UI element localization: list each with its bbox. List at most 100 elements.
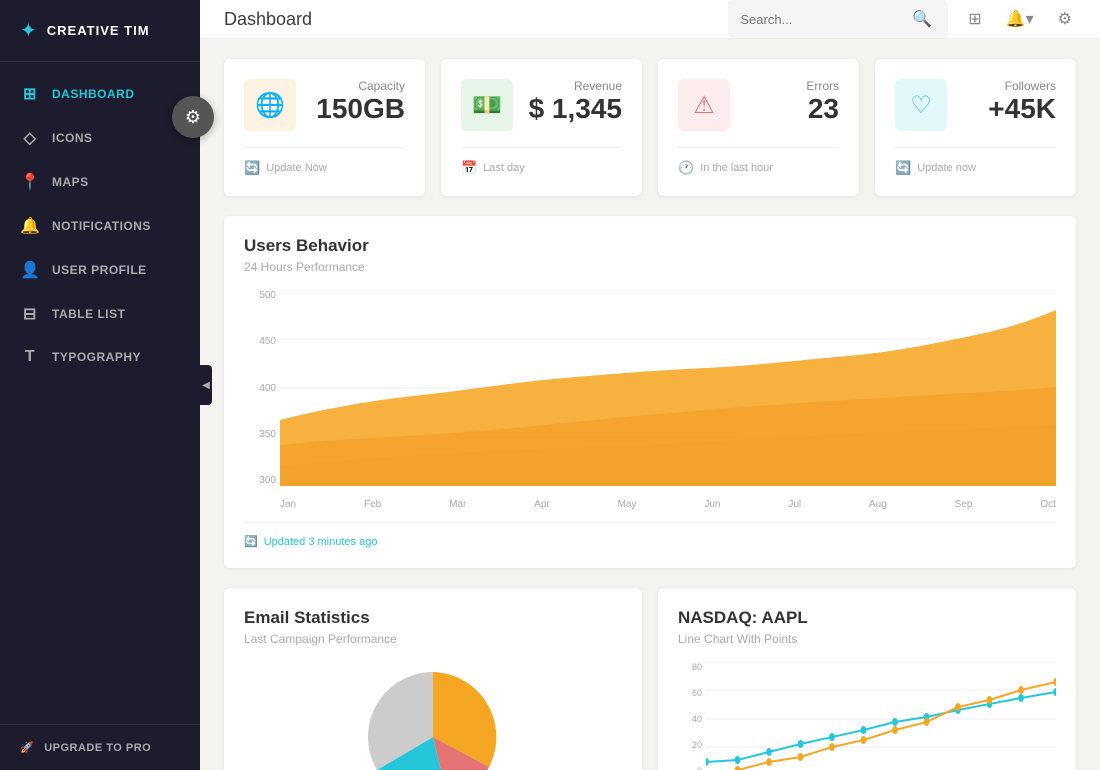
- pie-chart-svg: [358, 662, 508, 770]
- sidebar-brand[interactable]: ✦ CREATIVE TIM: [0, 0, 200, 62]
- revenue-value: $ 1,345: [529, 93, 622, 125]
- bottom-row: Email Statistics Last Campaign Performan…: [224, 588, 1076, 770]
- dashboard-icon: ⊞: [20, 84, 40, 104]
- x-axis-labels: JanFebMarAprMayJunJulAugSepOct: [280, 499, 1056, 510]
- x-label: Mar: [449, 499, 466, 510]
- line-chart-area: [706, 662, 1056, 770]
- bell-icon[interactable]: 🔔▾: [1002, 5, 1038, 33]
- maps-label: Maps: [52, 175, 89, 189]
- errors-label: Errors: [806, 79, 839, 93]
- brand-name: CREATIVE TIM: [47, 23, 150, 38]
- line-chart-svg: [706, 662, 1056, 770]
- nasdaq-subtitle: Line Chart With Points: [678, 632, 1056, 646]
- capacity-card: 🌐 Capacity 150GB 🔄 Update Now: [224, 59, 425, 196]
- sidebar: ✦ CREATIVE TIM ⊞ Dashboard◇ Icons📍 Maps🔔…: [0, 0, 200, 770]
- users-behavior-card: Users Behavior 24 Hours Performance 500 4…: [224, 216, 1076, 568]
- sidebar-nav: ⊞ Dashboard◇ Icons📍 Maps🔔 Notifications👤…: [0, 62, 200, 724]
- followers-info: Followers +45K: [988, 79, 1056, 125]
- x-label: Aug: [869, 499, 887, 510]
- search-input[interactable]: [740, 12, 900, 27]
- user-profile-label: User Profile: [52, 263, 147, 277]
- refresh-icon: 🔄: [244, 535, 258, 548]
- errors-footer: 🕐 In the last hour: [678, 147, 839, 176]
- capacity-card-header: 🌐 Capacity 150GB: [244, 79, 405, 131]
- email-stats-subtitle: Last Campaign Performance: [244, 632, 622, 646]
- revenue-card-header: 💵 Revenue $ 1,345: [461, 79, 622, 131]
- line-y-label: 40: [678, 714, 702, 724]
- grid-icon[interactable]: ⊞: [964, 5, 985, 33]
- followers-label: Followers: [988, 79, 1056, 93]
- x-label: May: [618, 499, 637, 510]
- sidebar-item-icons[interactable]: ◇ Icons: [0, 116, 200, 160]
- revenue-footer-text: Last day: [483, 162, 525, 174]
- settings-icon[interactable]: ⚙: [1054, 5, 1076, 33]
- notifications-label: Notifications: [52, 219, 151, 233]
- gear-overlay-button[interactable]: ⚙: [172, 96, 214, 138]
- line-y-label: 20: [678, 740, 702, 750]
- errors-footer-icon: 🕐: [678, 160, 694, 176]
- sidebar-item-notifications[interactable]: 🔔 Notifications: [0, 204, 200, 248]
- search-box[interactable]: 🔍: [728, 0, 948, 38]
- sidebar-collapse-button[interactable]: ◀: [200, 365, 212, 405]
- x-label: Apr: [534, 499, 550, 510]
- capacity-label: Capacity: [316, 79, 405, 93]
- capacity-footer-text: Update Now: [266, 162, 327, 174]
- sidebar-item-typography[interactable]: T Typography: [0, 336, 200, 378]
- capacity-footer-icon: 🔄: [244, 160, 260, 176]
- pie-chart-container: [244, 662, 622, 770]
- line-chart-container: 806040200: [678, 662, 1056, 770]
- followers-value: +45K: [988, 93, 1056, 125]
- typography-icon: T: [20, 348, 40, 366]
- content-area: 🌐 Capacity 150GB 🔄 Update Now 💵 Revenue …: [200, 39, 1100, 770]
- icons-icon: ◇: [20, 128, 40, 148]
- x-label: Feb: [364, 499, 381, 510]
- line-y-label: 0: [678, 766, 702, 770]
- followers-card: ♡ Followers +45K 🔄 Update now: [875, 59, 1076, 196]
- capacity-info: Capacity 150GB: [316, 79, 405, 125]
- sidebar-item-table-list[interactable]: ⊟ Table List: [0, 292, 200, 336]
- users-behavior-subtitle: 24 Hours Performance: [244, 260, 1056, 274]
- y-label: 500: [244, 290, 276, 301]
- chart-update-text: Updated 3 minutes ago: [264, 536, 378, 548]
- sidebar-item-maps[interactable]: 📍 Maps: [0, 160, 200, 204]
- stats-cards-row: 🌐 Capacity 150GB 🔄 Update Now 💵 Revenue …: [224, 59, 1076, 196]
- typography-label: Typography: [52, 350, 141, 364]
- sidebar-item-dashboard[interactable]: ⊞ Dashboard: [0, 72, 200, 116]
- dashboard-label: Dashboard: [52, 87, 135, 101]
- line-y-label: 60: [678, 688, 702, 698]
- email-stats-card: Email Statistics Last Campaign Performan…: [224, 588, 642, 770]
- page-title: Dashboard: [224, 9, 712, 30]
- sidebar-item-user-profile[interactable]: 👤 User Profile: [0, 248, 200, 292]
- revenue-footer-icon: 📅: [461, 160, 477, 176]
- revenue-icon: 💵: [461, 79, 513, 131]
- x-label: Jun: [704, 499, 720, 510]
- revenue-label: Revenue: [529, 79, 622, 93]
- y-label: 300: [244, 475, 276, 486]
- line-y-labels: 806040200: [678, 662, 706, 770]
- search-icon[interactable]: 🔍: [908, 5, 936, 33]
- followers-card-header: ♡ Followers +45K: [895, 79, 1056, 131]
- y-axis-labels: 500450400350300: [244, 290, 280, 486]
- sidebar-bottom: 🚀 UPGRADE TO PRO: [0, 724, 200, 770]
- errors-card-header: ⚠ Errors 23: [678, 79, 839, 131]
- errors-card: ⚠ Errors 23 🕐 In the last hour: [658, 59, 859, 196]
- errors-info: Errors 23: [806, 79, 839, 125]
- upgrade-to-pro-button[interactable]: 🚀 UPGRADE TO PRO: [20, 741, 180, 754]
- table-list-icon: ⊟: [20, 304, 40, 324]
- capacity-value: 150GB: [316, 93, 405, 125]
- table-list-label: Table List: [52, 307, 125, 321]
- users-behavior-title: Users Behavior: [244, 236, 1056, 256]
- chart-update-footer: 🔄 Updated 3 minutes ago: [244, 522, 1056, 548]
- y-label: 400: [244, 383, 276, 394]
- nasdaq-card: NASDAQ: AAPL Line Chart With Points 8060…: [658, 588, 1076, 770]
- capacity-icon: 🌐: [244, 79, 296, 131]
- errors-value: 23: [806, 93, 839, 125]
- x-label: Jul: [788, 499, 801, 510]
- x-label: Oct: [1040, 499, 1056, 510]
- y-label: 450: [244, 336, 276, 347]
- revenue-footer: 📅 Last day: [461, 147, 622, 176]
- x-label: Sep: [955, 499, 973, 510]
- followers-icon: ♡: [895, 79, 947, 131]
- maps-icon: 📍: [20, 172, 40, 192]
- errors-footer-text: In the last hour: [700, 162, 773, 174]
